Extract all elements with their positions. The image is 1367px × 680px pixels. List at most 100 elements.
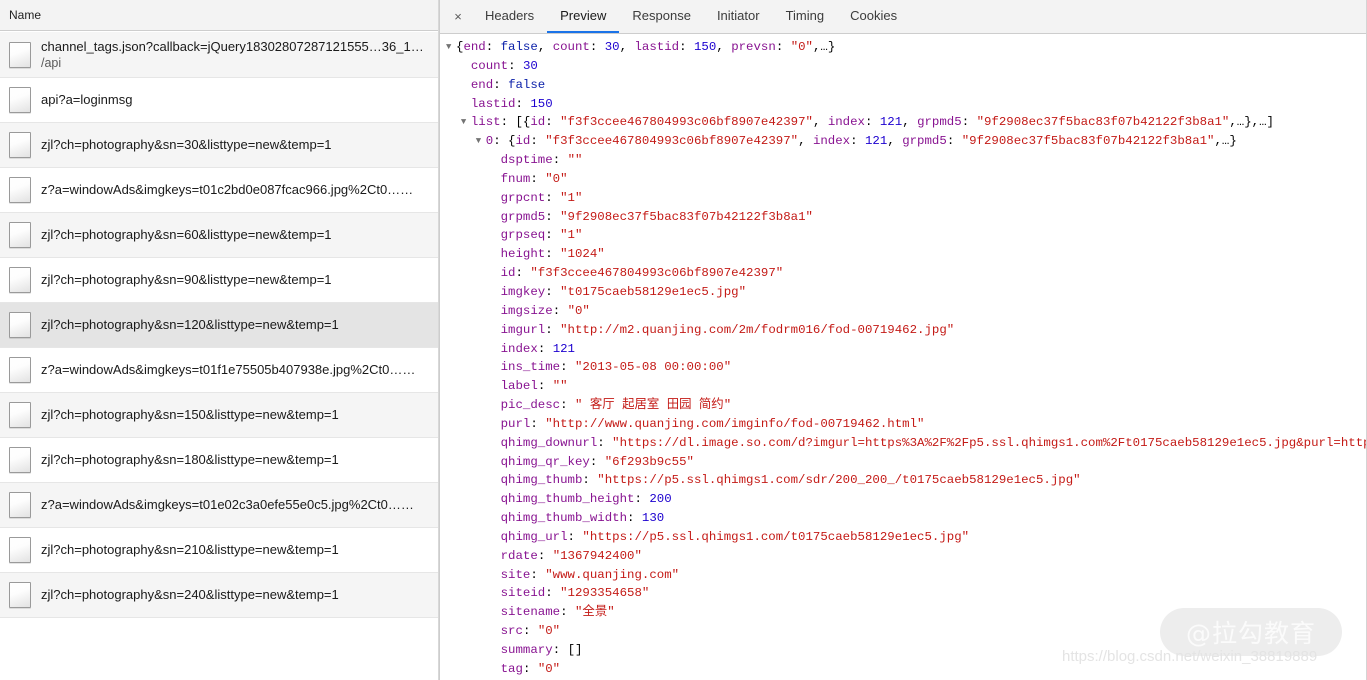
json-token-pun: , bbox=[619, 40, 635, 54]
json-line[interactable]: dsptime: "" bbox=[440, 151, 1367, 170]
json-token-k: pic_desc bbox=[500, 398, 561, 413]
request-list-header: Name bbox=[0, 0, 439, 31]
json-token-k: id bbox=[500, 266, 516, 281]
column-header-name[interactable]: Name bbox=[9, 8, 41, 22]
request-text: zjl?ch=photography&sn=180&listtype=new&t… bbox=[41, 452, 433, 468]
json-token-k: grpseq bbox=[500, 228, 546, 243]
json-token-k: grpmd5 bbox=[902, 134, 947, 149]
json-token-pun: : bbox=[530, 416, 546, 431]
json-line[interactable]: qhimg_downurl: "https://dl.image.so.com/… bbox=[440, 434, 1367, 453]
json-line[interactable]: qhimg_qr_key: "6f293b9c55" bbox=[440, 453, 1367, 472]
json-token-k: index bbox=[812, 134, 851, 149]
json-line[interactable]: tag: "0" bbox=[440, 660, 1367, 679]
request-row[interactable]: channel_tags.json?callback=jQuery1830280… bbox=[0, 32, 439, 78]
tab-headers[interactable]: Headers bbox=[472, 0, 547, 33]
json-token-str: "https://p5.ssl.qhimgs1.com/t0175caeb581… bbox=[582, 529, 970, 544]
request-row[interactable]: zjl?ch=photography&sn=30&listtype=new&te… bbox=[0, 123, 439, 168]
tab-cookies[interactable]: Cookies bbox=[837, 0, 910, 33]
json-token-str: "2013-05-08 00:00:00" bbox=[575, 360, 732, 375]
json-line[interactable]: pic_desc: " 客厅 起居室 田园 简约" bbox=[440, 396, 1367, 415]
json-token-k: site bbox=[500, 567, 531, 582]
json-line[interactable]: grpmd5: "9f2908ec37f5bac83f07b42122f3b8a… bbox=[440, 208, 1367, 227]
request-text: zjl?ch=photography&sn=210&listtype=new&t… bbox=[41, 542, 433, 558]
json-token-str: "https://p5.ssl.qhimgs1.com/sdr/200_200_… bbox=[597, 473, 1081, 488]
json-line[interactable]: imgsize: "0" bbox=[440, 302, 1367, 321]
json-token-pun: : bbox=[515, 96, 531, 111]
json-twisty-spacer bbox=[491, 509, 501, 528]
json-line[interactable]: imgurl: "http://m2.quanjing.com/2m/fodrm… bbox=[440, 321, 1367, 340]
json-twisty-spacer bbox=[491, 641, 501, 660]
tab-timing[interactable]: Timing bbox=[773, 0, 838, 33]
json-line[interactable]: ▼ list: [{id: "f3f3ccee467804993c06bf8907… bbox=[440, 113, 1367, 132]
json-line[interactable]: qhimg_thumb_height: 200 bbox=[440, 490, 1367, 509]
json-twisty-spacer bbox=[491, 226, 501, 245]
json-twisty-spacer bbox=[461, 57, 471, 76]
json-line[interactable]: count: 30 bbox=[440, 57, 1367, 76]
json-line[interactable]: lastid: 150 bbox=[440, 95, 1367, 114]
json-line[interactable]: imgkey: "t0175caeb58129e1ec5.jpg" bbox=[440, 283, 1367, 302]
json-line[interactable]: label: "" bbox=[440, 377, 1367, 396]
request-row[interactable]: zjl?ch=photography&sn=210&listtype=new&t… bbox=[0, 528, 439, 573]
json-line[interactable]: purl: "http://www.quanjing.com/imginfo/f… bbox=[440, 415, 1367, 434]
tab-response[interactable]: Response bbox=[619, 0, 704, 33]
close-icon[interactable]: × bbox=[444, 0, 472, 33]
json-line[interactable]: site: "www.quanjing.com" bbox=[440, 566, 1367, 585]
json-line[interactable]: end: false bbox=[440, 76, 1367, 95]
json-token-pun: : bbox=[530, 171, 546, 186]
request-text: zjl?ch=photography&sn=120&listtype=new&t… bbox=[41, 317, 433, 333]
json-line[interactable]: qhimg_url: "https://p5.ssl.qhimgs1.com/t… bbox=[440, 528, 1367, 547]
json-line[interactable]: ▼ 0: {id: "f3f3ccee467804993c06bf8907e423… bbox=[440, 132, 1367, 151]
request-text: zjl?ch=photography&sn=240&listtype=new&t… bbox=[41, 587, 433, 603]
json-line[interactable]: qhimg_thumb: "https://p5.ssl.qhimgs1.com… bbox=[440, 471, 1367, 490]
json-line[interactable]: grpseq: "1" bbox=[440, 226, 1367, 245]
preview-json-viewer[interactable]: ▼ {end: false, count: 30, lastid: 150, pr… bbox=[440, 34, 1367, 680]
tab-preview[interactable]: Preview bbox=[547, 0, 620, 33]
json-token-str: "9f2908ec37f5bac83f07b42122f3b8a1" bbox=[961, 134, 1215, 149]
json-line[interactable]: ins_time: "2013-05-08 00:00:00" bbox=[440, 358, 1367, 377]
json-line[interactable]: rdate: "1367942400" bbox=[440, 547, 1367, 566]
request-row[interactable]: zjl?ch=photography&sn=240&listtype=new&t… bbox=[0, 573, 439, 618]
chevron-down-icon[interactable]: ▼ bbox=[476, 132, 486, 151]
request-row[interactable]: zjl?ch=photography&sn=60&listtype=new&te… bbox=[0, 213, 439, 258]
chevron-down-icon[interactable]: ▼ bbox=[461, 113, 471, 132]
json-line[interactable]: ▼ {end: false, count: 30, lastid: 150, pr… bbox=[440, 38, 1367, 57]
json-token-str: "f3f3ccee467804993c06bf8907e42397" bbox=[545, 134, 799, 149]
request-list[interactable]: channel_tags.json?callback=jQuery1830280… bbox=[0, 32, 439, 680]
json-token-pun: : bbox=[537, 379, 553, 394]
json-line[interactable]: siteid: "1293354658" bbox=[440, 584, 1367, 603]
json-line[interactable]: height: "1024" bbox=[440, 245, 1367, 264]
json-line[interactable]: src: "0" bbox=[440, 622, 1367, 641]
request-row[interactable]: api?a=loginmsg bbox=[0, 78, 439, 123]
json-line[interactable]: grpcnt: "1" bbox=[440, 189, 1367, 208]
json-line[interactable]: index: 121 bbox=[440, 340, 1367, 359]
request-row[interactable]: zjl?ch=photography&sn=180&listtype=new&t… bbox=[0, 438, 439, 483]
tab-initiator[interactable]: Initiator bbox=[704, 0, 773, 33]
json-token-pun: : bbox=[582, 473, 598, 488]
json-token-str: "9f2908ec37f5bac83f07b42122f3b8a1" bbox=[976, 115, 1230, 130]
json-line[interactable]: id: "f3f3ccee467804993c06bf8907e42397" bbox=[440, 264, 1367, 283]
request-row[interactable]: z?a=windowAds&imgkeys=t01c2bd0e087fcac96… bbox=[0, 168, 439, 213]
request-row[interactable]: zjl?ch=photography&sn=90&listtype=new&te… bbox=[0, 258, 439, 303]
request-row[interactable]: zjl?ch=photography&sn=150&listtype=new&t… bbox=[0, 393, 439, 438]
json-line[interactable]: fnum: "0" bbox=[440, 170, 1367, 189]
request-row[interactable]: zjl?ch=photography&sn=120&listtype=new&t… bbox=[0, 303, 439, 348]
request-row[interactable]: z?a=windowAds&imgkeys=t01e02c3a0efe55e0c… bbox=[0, 483, 439, 528]
request-row[interactable]: z?a=windowAds&imgkeys=t01f1e75505b407938… bbox=[0, 348, 439, 393]
chevron-down-icon[interactable]: ▼ bbox=[446, 38, 456, 57]
json-line[interactable]: qhimg_thumb_width: 130 bbox=[440, 509, 1367, 528]
json-token-pun: : bbox=[627, 511, 642, 526]
json-token-pun: : bbox=[679, 40, 694, 54]
request-detail-panel: × Headers Preview Response Initiator Timing C… bbox=[440, 0, 1367, 680]
json-token-pun: : bbox=[597, 435, 613, 450]
json-line[interactable]: summary: [] bbox=[440, 641, 1367, 660]
json-line[interactable]: sitename: "全景" bbox=[440, 603, 1367, 622]
